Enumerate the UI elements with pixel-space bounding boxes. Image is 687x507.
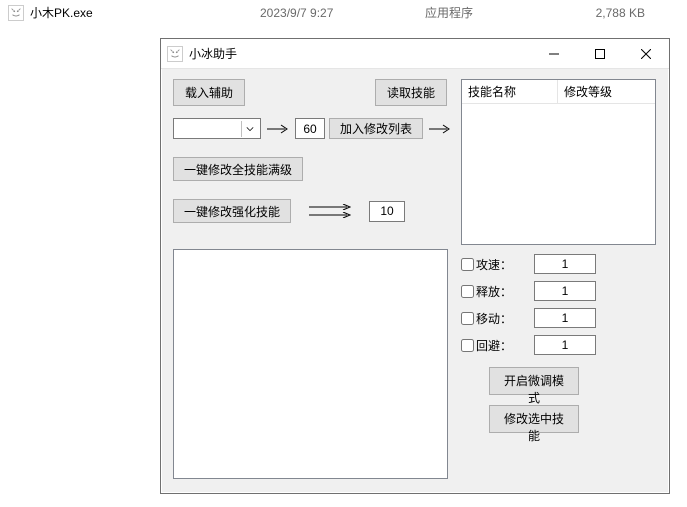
arrow-right-icon [261, 124, 295, 134]
cast-value[interactable]: 1 [534, 281, 596, 301]
read-skill-button[interactable]: 读取技能 [375, 79, 447, 106]
cast-label: 释放： [476, 283, 524, 300]
file-size: 2,788 KB [565, 6, 645, 20]
move-label: 移动： [476, 310, 524, 327]
evade-label: 回避： [476, 337, 524, 354]
minimize-button[interactable] [531, 39, 577, 69]
file-icon [8, 5, 24, 21]
listview-header: 技能名称 修改等级 [462, 80, 655, 104]
attack-speed-label: 攻速： [476, 256, 524, 273]
one-key-max-all-button[interactable]: 一键修改全技能满级 [173, 157, 303, 181]
file-type: 应用程序 [425, 4, 565, 21]
stat-row-evade: 回避： 1 [461, 335, 596, 355]
double-arrow-icon [291, 204, 369, 218]
evade-checkbox[interactable] [461, 339, 474, 352]
client-area: 载入辅助 读取技能 加入修改列表 一键修改全技能满级 一键修改强化技能 [161, 69, 669, 493]
close-button[interactable] [623, 39, 669, 69]
arrow-right-icon [423, 124, 457, 134]
attack-speed-value[interactable]: 1 [534, 254, 596, 274]
stat-row-move: 移动： 1 [461, 308, 596, 328]
stats-panel: 攻速： 1 释放： 1 移动： 1 回避： 1 开启微调模式 修改选中技能 [461, 254, 596, 433]
evade-value[interactable]: 1 [534, 335, 596, 355]
add-to-list-button[interactable]: 加入修改列表 [329, 118, 423, 139]
window-title: 小冰助手 [189, 45, 531, 62]
file-date: 2023/9/7 9:27 [260, 6, 425, 20]
col-skill-name[interactable]: 技能名称 [462, 80, 558, 103]
app-icon [167, 46, 183, 62]
skill-listview[interactable]: 技能名称 修改等级 [461, 79, 656, 245]
attack-speed-checkbox[interactable] [461, 258, 474, 271]
maximize-button[interactable] [577, 39, 623, 69]
move-value[interactable]: 1 [534, 308, 596, 328]
level-input[interactable] [295, 118, 325, 139]
move-checkbox[interactable] [461, 312, 474, 325]
log-textarea[interactable] [173, 249, 448, 479]
enable-tune-mode-button[interactable]: 开启微调模式 [489, 367, 579, 395]
cast-checkbox[interactable] [461, 285, 474, 298]
stat-row-attack-speed: 攻速： 1 [461, 254, 596, 274]
modify-selected-button[interactable]: 修改选中技能 [489, 405, 579, 433]
chevron-down-icon [241, 121, 257, 137]
file-name: 小木PK.exe [30, 4, 260, 21]
load-assist-button[interactable]: 载入辅助 [173, 79, 245, 106]
col-modify-level[interactable]: 修改等级 [558, 80, 655, 103]
skill-combo[interactable] [173, 118, 261, 139]
stat-row-cast: 释放： 1 [461, 281, 596, 301]
titlebar[interactable]: 小冰助手 [161, 39, 669, 69]
one-key-enhance-button[interactable]: 一键修改强化技能 [173, 199, 291, 223]
enhance-input[interactable] [369, 201, 405, 222]
file-row[interactable]: 小木PK.exe 2023/9/7 9:27 应用程序 2,788 KB [0, 0, 687, 25]
app-window: 小冰助手 载入辅助 读取技能 加入修改列表 [160, 38, 670, 494]
